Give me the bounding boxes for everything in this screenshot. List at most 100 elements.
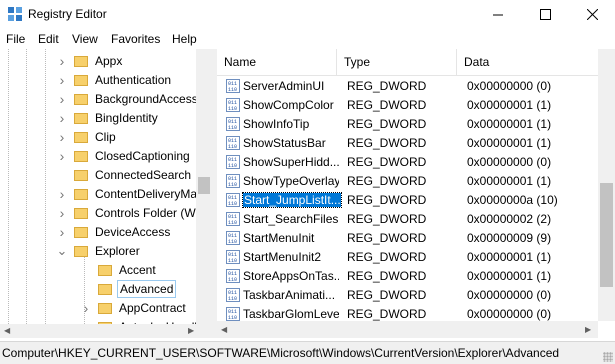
folder-icon <box>98 301 112 314</box>
folder-icon <box>74 168 88 181</box>
tree-item[interactable]: › ClosedCaptioning <box>56 146 192 165</box>
tree-item-label: Clip <box>95 129 116 144</box>
registry-value-row[interactable]: 011 110 Start_JumpListIt... REG_DWORD 0x0000… <box>217 191 597 210</box>
tree-item[interactable]: ConnectedSearch <box>56 165 193 184</box>
scroll-right-icon[interactable]: ▶ <box>585 325 591 334</box>
reg-binary-value-icon: 011110 <box>226 155 240 169</box>
tree-horizontal-scrollbar[interactable]: ◀ ▶ <box>0 324 212 338</box>
registry-value-row[interactable]: 011 110 ServerAdminUI REG_DWORD 0x00000000 (… <box>217 77 597 96</box>
folder-icon <box>74 244 88 257</box>
window-title: Registry Editor <box>28 7 107 21</box>
tree-item[interactable]: › Controls Folder (W <box>56 203 198 222</box>
tree-item-label: BackgroundAccess <box>95 91 198 106</box>
chevron-right-icon[interactable]: › <box>56 53 68 69</box>
reg-binary-value-icon: 011110 <box>226 269 240 283</box>
reg-binary-value-icon: 011110 <box>226 231 240 245</box>
value-name: StoreAppsOnTas... <box>243 269 339 283</box>
menu-file[interactable]: File <box>6 32 25 46</box>
scroll-left-icon[interactable]: ◀ <box>4 326 10 335</box>
tree-guide-line <box>8 49 9 324</box>
tree-item[interactable]: › BingIdentity <box>56 108 160 127</box>
tree-item-label: DeviceAccess <box>95 224 171 239</box>
chevron-down-icon[interactable]: ⌄ <box>56 243 68 258</box>
registry-value-row[interactable]: 011 110 StartMenuInit2 REG_DWORD 0x00000001 … <box>217 248 597 267</box>
chevron-right-icon[interactable]: › <box>56 148 68 164</box>
chevron-right-icon[interactable]: › <box>80 300 92 316</box>
folder-icon <box>74 149 88 162</box>
registry-value-row[interactable]: 011 110 ShowCompColor REG_DWORD 0x00000001 (… <box>217 96 597 115</box>
registry-value-row[interactable]: 011 110 StoreAppsOnTas... REG_DWORD 0x000000… <box>217 267 597 286</box>
tree-item-label: ClosedCaptioning <box>95 148 190 163</box>
menu-edit[interactable]: Edit <box>38 32 59 46</box>
value-data: 0x0000000a (10) <box>467 193 558 207</box>
reg-binary-value-icon: 011110 <box>226 193 240 207</box>
close-button[interactable] <box>569 0 615 29</box>
tree-item-label: BingIdentity <box>95 110 158 125</box>
tree-item[interactable]: › AppContract <box>80 298 188 317</box>
tree-item[interactable]: Advanced <box>80 279 177 298</box>
registry-value-row[interactable]: 011 110 ShowInfoTip REG_DWORD 0x00000001 (1) <box>217 115 597 134</box>
svg-text:110: 110 <box>228 220 237 226</box>
column-header-type[interactable]: Type <box>337 49 457 75</box>
tree-item[interactable]: › Authentication <box>56 70 173 89</box>
chevron-right-icon[interactable]: › <box>56 186 68 202</box>
registry-value-row[interactable]: 011 110 ShowSuperHidd... REG_DWORD 0x0000000… <box>217 153 597 172</box>
tree-item[interactable]: ›AutoplayHandl <box>80 317 199 324</box>
svg-text:110: 110 <box>228 239 237 245</box>
resize-grip-icon[interactable] <box>603 352 613 362</box>
list-scroll-thumb[interactable] <box>600 183 613 287</box>
minimize-icon <box>493 14 503 15</box>
registry-value-row[interactable]: 011 110 ShowTypeOverlay REG_DWORD 0x00000001… <box>217 172 597 191</box>
minimize-button[interactable] <box>475 0 521 29</box>
tree-item[interactable]: ⌄ Explorer <box>56 241 142 260</box>
chevron-right-icon[interactable]: › <box>56 224 68 240</box>
tree-item[interactable]: › Clip <box>56 127 118 146</box>
folder-icon <box>74 130 88 143</box>
header-divider <box>217 75 615 76</box>
chevron-right-icon[interactable]: › <box>56 91 68 107</box>
folder-icon <box>74 73 88 86</box>
value-name: ShowSuperHidd... <box>243 155 339 169</box>
scroll-right-icon[interactable]: ▶ <box>188 326 194 335</box>
chevron-right-icon[interactable]: › <box>56 72 68 88</box>
tree-item[interactable]: › DeviceAccess <box>56 222 172 241</box>
registry-value-row[interactable]: 011 110 ShowStatusBar REG_DWORD 0x00000001 (… <box>217 134 597 153</box>
maximize-button[interactable] <box>522 0 568 29</box>
value-type: REG_DWORD <box>347 155 427 169</box>
tree-item[interactable]: › Appx <box>56 51 124 70</box>
tree-item[interactable]: Accent <box>80 260 158 279</box>
reg-binary-value-icon: 011110 <box>226 307 240 321</box>
registry-value-row[interactable]: 011 110 Start_SearchFiles REG_DWORD 0x000000… <box>217 210 597 229</box>
value-data: 0x00000000 (0) <box>467 307 552 321</box>
reg-binary-value-icon: 011110 <box>226 98 240 112</box>
registry-value-row[interactable]: 011 110 StartMenuInit REG_DWORD 0x00000009 (… <box>217 229 597 248</box>
chevron-right-icon[interactable]: › <box>56 110 68 126</box>
value-data: 0x00000009 (9) <box>467 231 552 245</box>
chevron-right-icon[interactable]: › <box>56 205 68 221</box>
value-type: REG_DWORD <box>347 117 427 131</box>
values-list[interactable]: Name Type Data 011 110 ServerAdminUI REG_DW… <box>217 49 615 338</box>
registry-value-row[interactable]: 011 110 TaskbarAnimati... REG_DWORD 0x000000… <box>217 286 597 305</box>
tree-scroll-thumb[interactable] <box>198 177 210 194</box>
folder-icon <box>74 92 88 105</box>
menu-favorites[interactable]: Favorites <box>111 32 160 46</box>
list-horizontal-scrollbar[interactable]: ◀ ▶ <box>217 321 598 338</box>
menu-help[interactable]: Help <box>172 32 197 46</box>
value-data: 0x00000001 (1) <box>467 98 552 112</box>
folder-icon <box>74 225 88 238</box>
tree-item[interactable]: › ContentDeliveryMa <box>56 184 199 203</box>
tree-item-label: Appx <box>95 53 123 68</box>
column-header-data[interactable]: Data <box>457 49 615 75</box>
chevron-right-icon[interactable]: › <box>56 129 68 145</box>
value-name: ShowTypeOverlay <box>243 174 339 188</box>
reg-binary-value-icon: 011110 <box>226 174 240 188</box>
column-header-name[interactable]: Name <box>217 49 337 75</box>
value-name: TaskbarGlomLevel <box>243 307 339 321</box>
scroll-left-icon[interactable]: ◀ <box>221 325 227 334</box>
tree-item[interactable]: › BackgroundAccess <box>56 89 200 108</box>
registry-tree[interactable]: › Appx › Authentication › BackgroundAccess › Bi… <box>0 49 212 324</box>
menu-view[interactable]: View <box>72 32 98 46</box>
value-data: 0x00000001 (1) <box>467 174 552 188</box>
